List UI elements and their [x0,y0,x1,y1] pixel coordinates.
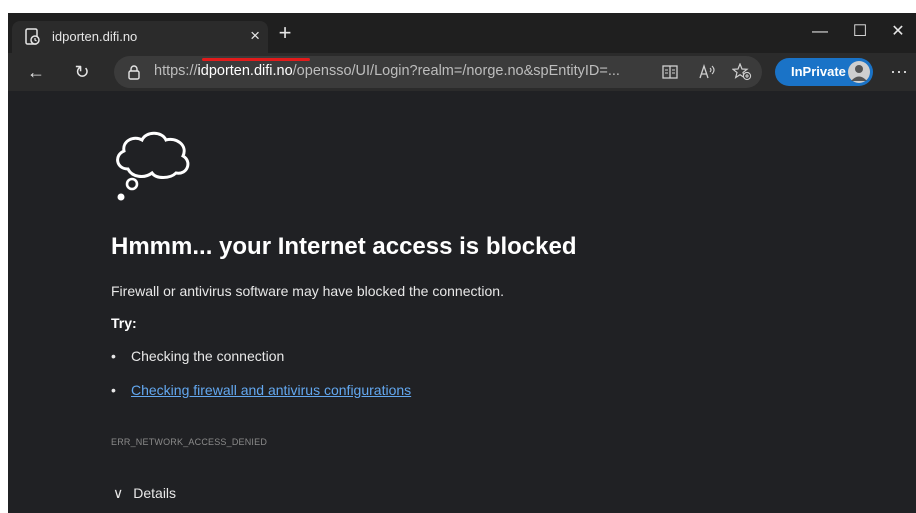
tab-strip: idporten.difi.no × + — ☐ ✕ [8,13,916,53]
list-item: • Checking firewall and antivirus configu… [111,382,411,398]
url-scheme: https:// [154,63,198,79]
try-label: Try: [111,315,137,331]
url-path: /opensso/UI/Login?realm=/norge.no&spEnti… [292,63,620,79]
avatar-icon [848,61,870,83]
back-button[interactable]: ← [22,58,50,86]
details-toggle[interactable]: ∨ Details [113,485,176,502]
new-tab-button[interactable]: + [272,21,298,47]
page-icon [25,28,40,45]
tab-idporten[interactable]: idporten.difi.no × [12,21,268,53]
url-text[interactable]: https://idporten.difi.no/opensso/UI/Logi… [154,63,620,79]
cloud-icon [116,131,190,201]
error-code: ERR_NETWORK_ACCESS_DENIED [111,437,268,447]
url-host: idporten.difi.no [197,63,293,79]
minimize-button[interactable]: — [800,19,840,47]
add-favorite-icon[interactable] [732,63,752,81]
page-title: Hmmm... your Internet access is blocked [111,233,577,260]
inprivate-label: InPrivate [791,64,846,79]
toolbar: ← ↻ https://idporten.difi.no/opensso/UI/… [8,53,916,91]
person-icon [851,65,867,81]
chevron-down-icon: ∨ [113,485,124,501]
immersive-reader-icon[interactable] [662,64,678,80]
bullet-mark: • [111,348,116,364]
error-message: Firewall or antivirus software may have … [111,283,504,299]
browser-window: idporten.difi.no × + — ☐ ✕ ← ↻ https://i… [8,13,916,513]
tab-close-icon[interactable]: × [250,26,260,46]
url-annotation-underline [202,58,310,61]
list-item: • Checking the connection [111,348,284,364]
more-options-button[interactable]: ··· [886,58,912,86]
error-page: Hmmm... your Internet access is blocked … [8,91,916,513]
close-window-button[interactable]: ✕ [878,19,916,47]
tab-title: idporten.difi.no [52,29,138,44]
lock-icon[interactable] [126,64,142,80]
details-label: Details [133,485,177,501]
firewall-config-link[interactable]: Checking firewall and antivirus configur… [131,382,411,398]
suggestion-connection: Checking the connection [131,348,285,364]
read-aloud-icon[interactable] [698,63,716,81]
refresh-button[interactable]: ↻ [68,58,96,86]
bullet-mark: • [111,382,116,398]
inprivate-button[interactable]: InPrivate [775,58,873,86]
maximize-button[interactable]: ☐ [840,19,880,47]
